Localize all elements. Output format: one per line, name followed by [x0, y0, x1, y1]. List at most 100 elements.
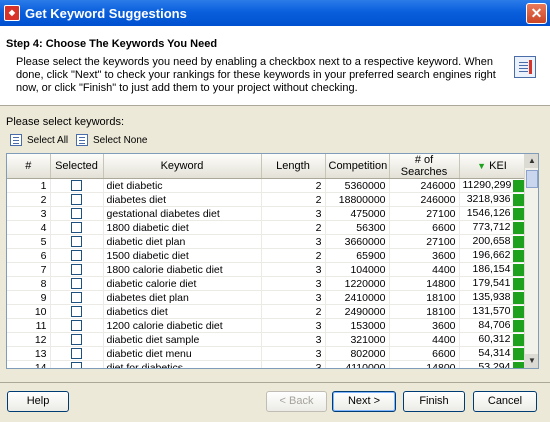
row-keyword: 1800 diabetic diet [103, 220, 262, 235]
table-row[interactable]: 1 diet diabetic 2 5360000 246000 11290,299 [7, 178, 526, 193]
row-keyword: diabetes diet [103, 192, 262, 207]
row-number: 3 [7, 206, 51, 221]
row-keyword: 1800 calorie diabetic diet [103, 262, 262, 277]
table-row[interactable]: 5 diabetic diet plan 3 3660000 27100 200,658 [7, 234, 526, 249]
row-number: 2 [7, 192, 51, 207]
window-title: Get Keyword Suggestions [25, 5, 187, 21]
row-competition: 3660000 [325, 234, 390, 249]
row-length: 2 [261, 220, 326, 235]
col-header-length[interactable]: Length [261, 154, 326, 179]
row-selected[interactable] [50, 304, 104, 319]
row-selected[interactable] [50, 276, 104, 291]
row-selected[interactable] [50, 262, 104, 277]
row-number: 4 [7, 220, 51, 235]
row-searches: 27100 [389, 234, 460, 249]
row-number: 8 [7, 276, 51, 291]
table-row[interactable]: 6 1500 diabetic diet 2 65900 3600 196,662 [7, 248, 526, 263]
row-selected[interactable] [50, 360, 104, 368]
row-competition: 18800000 [325, 192, 390, 207]
table-row[interactable]: 9 diabetes diet plan 3 2410000 18100 135,938 [7, 290, 526, 305]
select-checkbox[interactable] [71, 208, 82, 220]
kei-value: 179,541 [472, 277, 511, 290]
row-selected[interactable] [50, 234, 104, 249]
vertical-scrollbar[interactable]: ▲ ▼ [524, 154, 538, 368]
scroll-down-icon[interactable]: ▼ [525, 354, 538, 368]
help-button[interactable]: Help [7, 391, 69, 412]
col-header-selected[interactable]: Selected [50, 154, 104, 179]
select-all-button[interactable]: Select All [10, 132, 68, 148]
row-number: 6 [7, 248, 51, 263]
row-kei: 54,314 [459, 346, 526, 361]
select-checkbox[interactable] [71, 320, 82, 332]
select-checkbox[interactable] [71, 236, 82, 248]
table-row[interactable]: 10 diabetics diet 2 2490000 18100 131,570 [7, 304, 526, 319]
select-checkbox[interactable] [71, 292, 82, 304]
select-checkbox[interactable] [71, 194, 82, 206]
table-row[interactable]: 7 1800 calorie diabetic diet 3 104000 4400 18… [7, 262, 526, 277]
scroll-thumb[interactable] [526, 170, 538, 188]
kei-value: 131,570 [472, 305, 511, 318]
select-checkbox[interactable] [71, 264, 82, 276]
sort-descending-icon: ▼ [477, 161, 487, 171]
row-searches: 4400 [389, 262, 460, 277]
row-searches: 14800 [389, 276, 460, 291]
row-searches: 6600 [389, 220, 460, 235]
col-header-kei[interactable]: ▼ KEI [459, 154, 526, 179]
table-row[interactable]: 4 1800 diabetic diet 2 56300 6600 773,712 [7, 220, 526, 235]
kei-value: 54,314 [478, 347, 511, 360]
select-none-button[interactable]: Select None [76, 132, 147, 148]
row-length: 3 [261, 318, 326, 333]
table-row[interactable]: 8 diabetic calorie diet 3 1220000 14800 179,5… [7, 276, 526, 291]
col-header-searches[interactable]: # of Searches [389, 154, 460, 179]
finish-button[interactable]: Finish [403, 391, 465, 412]
row-length: 2 [261, 248, 326, 263]
table-row[interactable]: 13 diabetic diet menu 3 802000 6600 54,314 [7, 346, 526, 361]
close-button[interactable]: ✕ [526, 3, 547, 24]
cancel-button[interactable]: Cancel [473, 391, 537, 412]
row-number: 9 [7, 290, 51, 305]
row-selected[interactable] [50, 332, 104, 347]
row-searches: 246000 [389, 192, 460, 207]
table-row[interactable]: 12 diabetic diet sample 3 321000 4400 60,312 [7, 332, 526, 347]
footer-divider [0, 382, 550, 383]
kei-value: 200,658 [472, 235, 511, 248]
col-header-competition[interactable]: Competition [325, 154, 390, 179]
row-selected[interactable] [50, 248, 104, 263]
select-checkbox[interactable] [71, 278, 82, 290]
select-checkbox[interactable] [71, 306, 82, 318]
row-kei: 11290,299 [459, 178, 526, 193]
next-button[interactable]: Next > [332, 391, 396, 412]
table-row[interactable]: 3 gestational diabetes diet 3 475000 27100 15… [7, 206, 526, 221]
scroll-up-icon[interactable]: ▲ [525, 154, 538, 168]
table-row[interactable]: 11 1200 calorie diabetic diet 3 153000 3600 8… [7, 318, 526, 333]
select-checkbox[interactable] [71, 334, 82, 346]
back-button[interactable]: < Back [266, 391, 327, 412]
row-selected[interactable] [50, 318, 104, 333]
row-selected[interactable] [50, 192, 104, 207]
select-checkbox[interactable] [71, 250, 82, 262]
row-selected[interactable] [50, 220, 104, 235]
row-selected[interactable] [50, 346, 104, 361]
row-selected[interactable] [50, 206, 104, 221]
kei-indicator-icon [512, 333, 524, 346]
table-row[interactable]: 14 diet for diabetics 3 4110000 14800 53,294 [7, 360, 526, 368]
kei-value: 196,662 [472, 249, 511, 262]
table-row[interactable]: 2 diabetes diet 2 18800000 246000 3218,936 [7, 192, 526, 207]
row-length: 2 [261, 178, 326, 193]
row-searches: 18100 [389, 304, 460, 319]
col-header-keyword[interactable]: Keyword [103, 154, 262, 179]
row-keyword: diabetics diet [103, 304, 262, 319]
row-length: 3 [261, 276, 326, 291]
select-checkbox[interactable] [71, 222, 82, 234]
row-kei: 3218,936 [459, 192, 526, 207]
keywords-table[interactable]: # Selected Keyword Length Competition # … [6, 153, 539, 369]
table-header-row: # Selected Keyword Length Competition # … [7, 154, 526, 179]
row-keyword: diabetes diet plan [103, 290, 262, 305]
row-selected[interactable] [50, 290, 104, 305]
row-selected[interactable] [50, 178, 104, 193]
kei-value: 1546,126 [466, 207, 511, 220]
col-header-number[interactable]: # [7, 154, 51, 179]
select-checkbox[interactable] [71, 348, 82, 360]
select-checkbox[interactable] [71, 362, 82, 368]
select-checkbox[interactable] [71, 180, 82, 192]
